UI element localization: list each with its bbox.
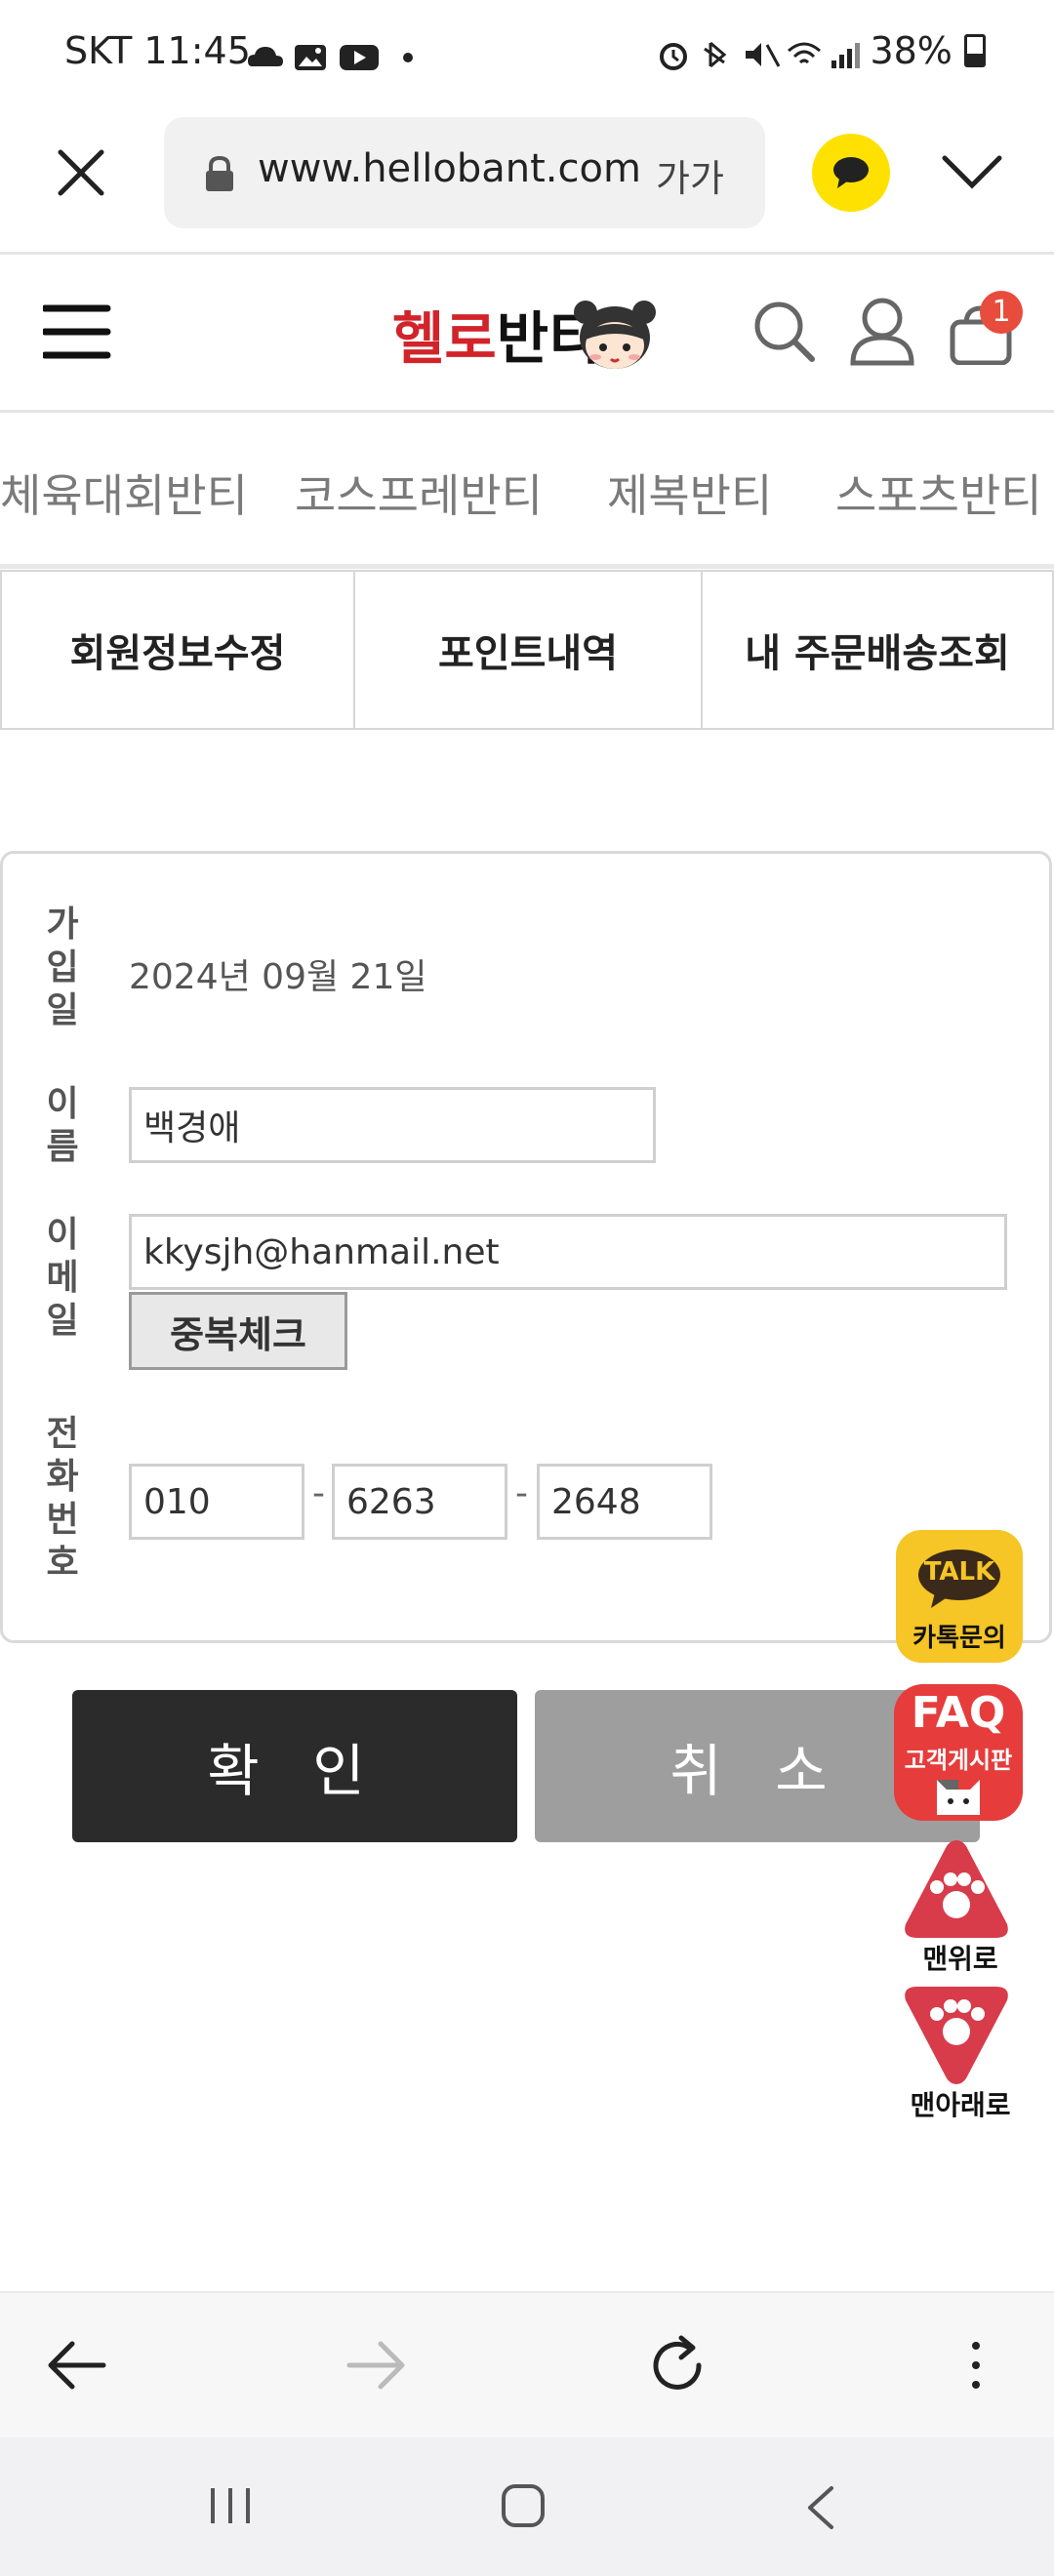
close-icon[interactable] bbox=[55, 146, 107, 199]
forward-arrow-icon[interactable] bbox=[345, 2338, 408, 2393]
translate-button[interactable]: 가가 bbox=[656, 148, 724, 202]
email-label: 이메일 bbox=[46, 1215, 79, 1341]
join-date-label: 가입일 bbox=[46, 905, 79, 1030]
phone-middle-input[interactable] bbox=[332, 1464, 507, 1540]
scroll-top-icon[interactable] bbox=[900, 1836, 1013, 1944]
cart-count-badge: 1 bbox=[980, 291, 1023, 334]
category-item[interactable]: 제복반티 bbox=[607, 461, 772, 525]
status-bar: SKT 11:45 38% bbox=[0, 0, 1054, 107]
back-arrow-icon[interactable] bbox=[45, 2338, 107, 2393]
category-item[interactable]: 코스프레반티 bbox=[295, 461, 543, 525]
address-bar[interactable]: www.hellobant.com 가가 bbox=[164, 117, 765, 228]
lock-icon bbox=[206, 156, 233, 191]
tab-member-info[interactable]: 회원정보수정 bbox=[0, 570, 355, 730]
more-options-icon[interactable] bbox=[966, 2338, 986, 2396]
faq-label: 고객게시판 bbox=[904, 1747, 1013, 1774]
email-input[interactable] bbox=[129, 1214, 1007, 1290]
phone-label: 전화번호 bbox=[46, 1414, 79, 1583]
faq-float-button[interactable]: FAQ 고객게시판 bbox=[894, 1684, 1023, 1821]
notification-icons bbox=[248, 45, 413, 70]
system-back-icon[interactable] bbox=[802, 2484, 837, 2531]
scroll-bottom-icon[interactable] bbox=[900, 1981, 1013, 2088]
chevron-down-icon[interactable] bbox=[941, 152, 1003, 191]
scroll-bottom-label[interactable]: 맨아래로 bbox=[892, 2084, 1029, 2123]
kakao-talk-float-button[interactable]: TALK 카톡문의 bbox=[896, 1530, 1023, 1663]
category-item[interactable]: 체육대회반티 bbox=[0, 461, 248, 525]
tab-points[interactable]: 포인트내역 bbox=[353, 570, 703, 730]
join-date-value: 2024년 09월 21일 bbox=[129, 957, 427, 997]
phone-prefix-input[interactable] bbox=[129, 1464, 304, 1540]
reload-icon[interactable] bbox=[646, 2334, 709, 2396]
url-text: www.hellobant.com bbox=[258, 146, 641, 191]
mascot-icon bbox=[574, 301, 656, 369]
phone-separator: - bbox=[515, 1473, 528, 1513]
browser-nav-bar bbox=[0, 2291, 1054, 2439]
duplicate-check-button[interactable]: 중복체크 bbox=[129, 1292, 347, 1370]
phone-separator: - bbox=[312, 1473, 325, 1513]
confirm-button[interactable]: 확 인 bbox=[72, 1690, 517, 1842]
category-item[interactable]: 스포츠반티 bbox=[835, 461, 1042, 525]
battery-percent: 38% bbox=[870, 29, 986, 72]
user-icon[interactable] bbox=[849, 297, 915, 367]
faq-title: FAQ bbox=[911, 1688, 1006, 1738]
kakao-share-button[interactable] bbox=[812, 134, 890, 212]
chat-bubble-icon bbox=[833, 157, 869, 188]
name-input[interactable] bbox=[129, 1087, 656, 1163]
divider bbox=[0, 252, 1054, 255]
hamburger-menu-icon[interactable] bbox=[43, 302, 111, 361]
system-status-icons bbox=[660, 41, 860, 70]
divider bbox=[0, 564, 1054, 569]
scroll-top-label[interactable]: 맨위로 bbox=[892, 1938, 1029, 1977]
divider bbox=[0, 410, 1054, 413]
talk-badge-text: TALK bbox=[923, 1557, 995, 1587]
carrier-time: SKT 11:45 bbox=[64, 29, 251, 72]
site-logo[interactable]: 헬로반티 bbox=[392, 293, 600, 375]
talk-label: 카톡문의 bbox=[912, 1624, 1006, 1653]
recent-apps-icon[interactable] bbox=[207, 2484, 254, 2527]
tab-order-tracking[interactable]: 내 주문배송조회 bbox=[701, 570, 1054, 730]
search-icon[interactable] bbox=[751, 299, 816, 363]
name-label: 이름 bbox=[46, 1084, 79, 1167]
home-icon[interactable] bbox=[500, 2482, 547, 2529]
phone-last-input[interactable] bbox=[537, 1464, 712, 1540]
cat-icon bbox=[937, 1780, 980, 1815]
